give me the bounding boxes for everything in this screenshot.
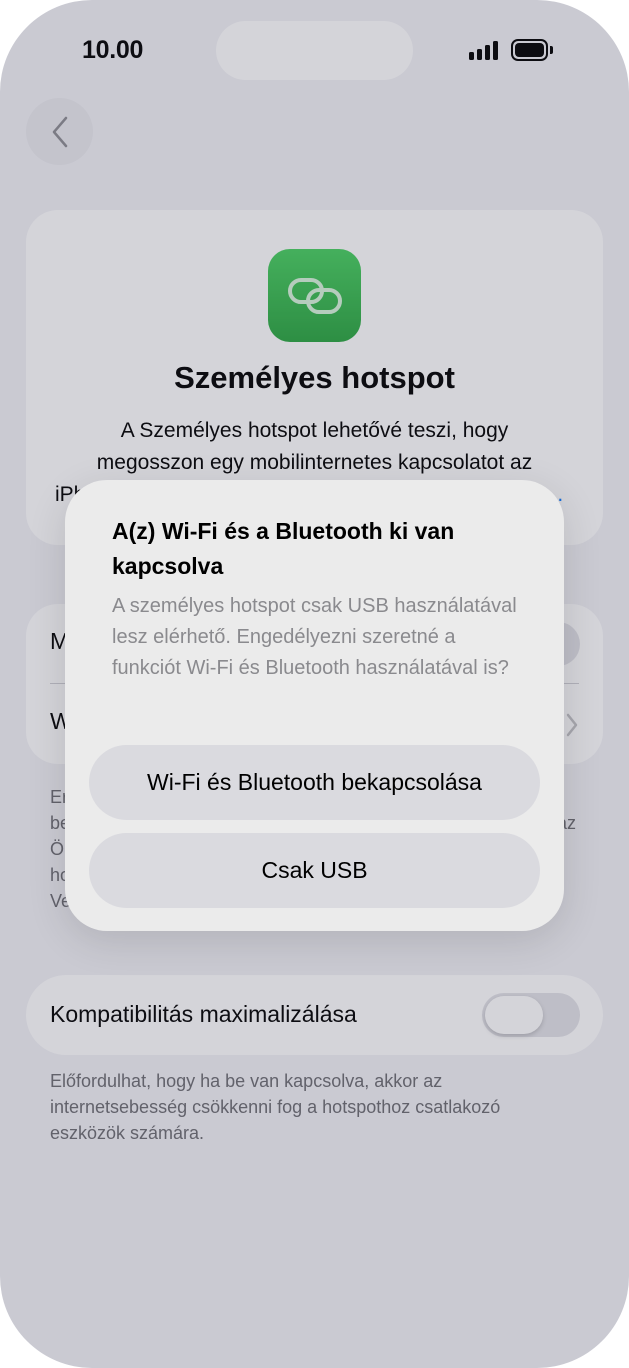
usb-only-button[interactable]: Csak USB <box>89 833 540 908</box>
enable-wifi-bluetooth-button[interactable]: Wi-Fi és Bluetooth bekapcsolása <box>89 745 540 820</box>
phone-screen: 10.00 Személyes hotspot A Személyes hots… <box>0 0 629 1368</box>
settings-screen: 10.00 Személyes hotspot A Személyes hots… <box>0 0 629 1368</box>
alert-title: A(z) Wi-Fi és a Bluetooth ki van kapcsol… <box>112 518 455 579</box>
alert-message: A személyes hotspot csak USB használatáv… <box>112 595 517 679</box>
